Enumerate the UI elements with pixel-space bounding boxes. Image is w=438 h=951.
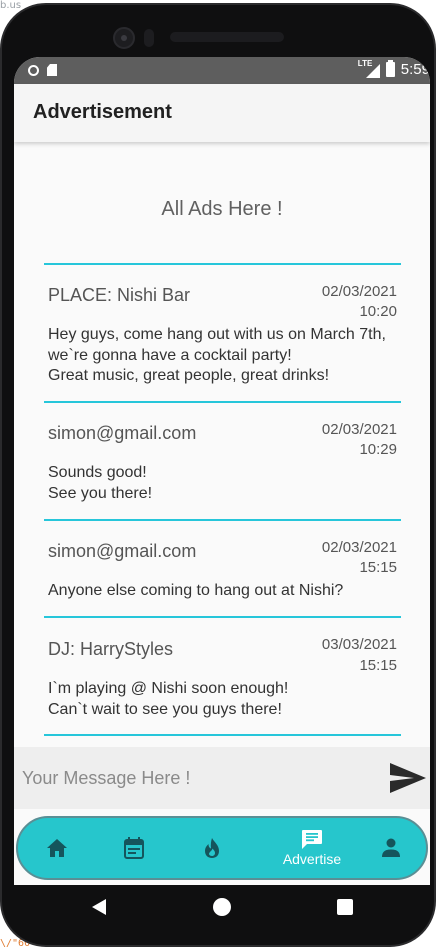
ad-message-line: we`re gonna have a cocktail party!	[48, 347, 292, 364]
nav-item-profile[interactable]	[361, 818, 421, 878]
phone-frame: LTE 5:59 Advertisement All Ads Here ! PL…	[0, 3, 436, 947]
ad-date: 02/03/2021	[321, 421, 397, 438]
ad-time: 15:15	[359, 657, 397, 674]
person-icon	[382, 838, 400, 857]
message-input[interactable]	[20, 757, 374, 799]
ad-message-line: See you there!	[48, 485, 153, 502]
ad-date: 03/03/2021	[321, 636, 397, 653]
nav-item-trending[interactable]	[182, 818, 242, 878]
nav-item-calendar[interactable]	[104, 818, 164, 878]
ad-divider	[44, 263, 401, 265]
proximity-sensor	[144, 29, 154, 47]
home-circle-icon[interactable]	[213, 898, 231, 916]
back-icon[interactable]	[92, 899, 106, 915]
earpiece-speaker	[170, 32, 284, 42]
ad-author: simon@gmail.com	[48, 423, 197, 443]
ad-date: 02/03/2021	[321, 539, 397, 556]
system-navigation-bar	[2, 885, 434, 931]
chat-icon	[302, 830, 322, 849]
nav-item-home[interactable]	[27, 818, 87, 878]
ad-time: 10:20	[359, 303, 397, 320]
ad-author: simon@gmail.com	[48, 541, 197, 561]
ad-message-line: I`m playing @ Nishi soon enough!	[48, 680, 289, 697]
app-bar: Advertisement	[14, 84, 430, 142]
lte-signal-icon: LTE	[358, 59, 380, 78]
status-bar: LTE 5:59	[14, 57, 430, 84]
ad-author: DJ: HarryStyles	[48, 639, 174, 659]
message-bar	[14, 747, 430, 809]
sync-circle-icon	[28, 64, 39, 76]
nav-label-advertise: Advertise	[282, 851, 342, 867]
ad-message-line: Hey guys, come hang out with us on March…	[48, 326, 386, 343]
status-time: 5:59	[400, 61, 430, 78]
bottom-navigation: Advertise	[16, 816, 428, 880]
ad-message-line: Great music, great people, great drinks!	[48, 367, 330, 384]
send-button[interactable]	[388, 761, 428, 795]
app-bar-title: Advertisement	[33, 101, 172, 123]
ad-date: 02/03/2021	[321, 283, 397, 300]
ad-divider	[44, 616, 401, 618]
fire-icon	[205, 838, 219, 858]
ad-divider	[44, 519, 401, 521]
home-icon	[47, 839, 67, 857]
calendar-icon	[124, 837, 144, 859]
ad-divider	[44, 734, 401, 736]
ads-heading: All Ads Here !	[161, 198, 283, 220]
ad-time: 15:15	[359, 559, 397, 576]
app-screen: LTE 5:59 Advertisement All Ads Here ! PL…	[14, 57, 430, 885]
ad-message-line: Sounds good!	[48, 464, 147, 481]
send-icon	[390, 763, 426, 793]
sd-card-icon	[47, 64, 57, 76]
battery-icon	[385, 60, 395, 77]
ad-author: PLACE: Nishi Bar	[48, 285, 191, 305]
ad-divider	[44, 401, 401, 403]
browser-fragment-text: b.us	[0, 0, 22, 11]
nav-item-advertise[interactable]: Advertise	[272, 818, 352, 878]
ad-message-line: Anyone else coming to hang out at Nishi?	[48, 582, 344, 599]
ad-message-line: Can`t wait to see you guys there!	[48, 701, 282, 718]
front-camera	[113, 27, 135, 49]
ad-time: 10:29	[359, 441, 397, 458]
recents-icon[interactable]	[337, 899, 353, 915]
